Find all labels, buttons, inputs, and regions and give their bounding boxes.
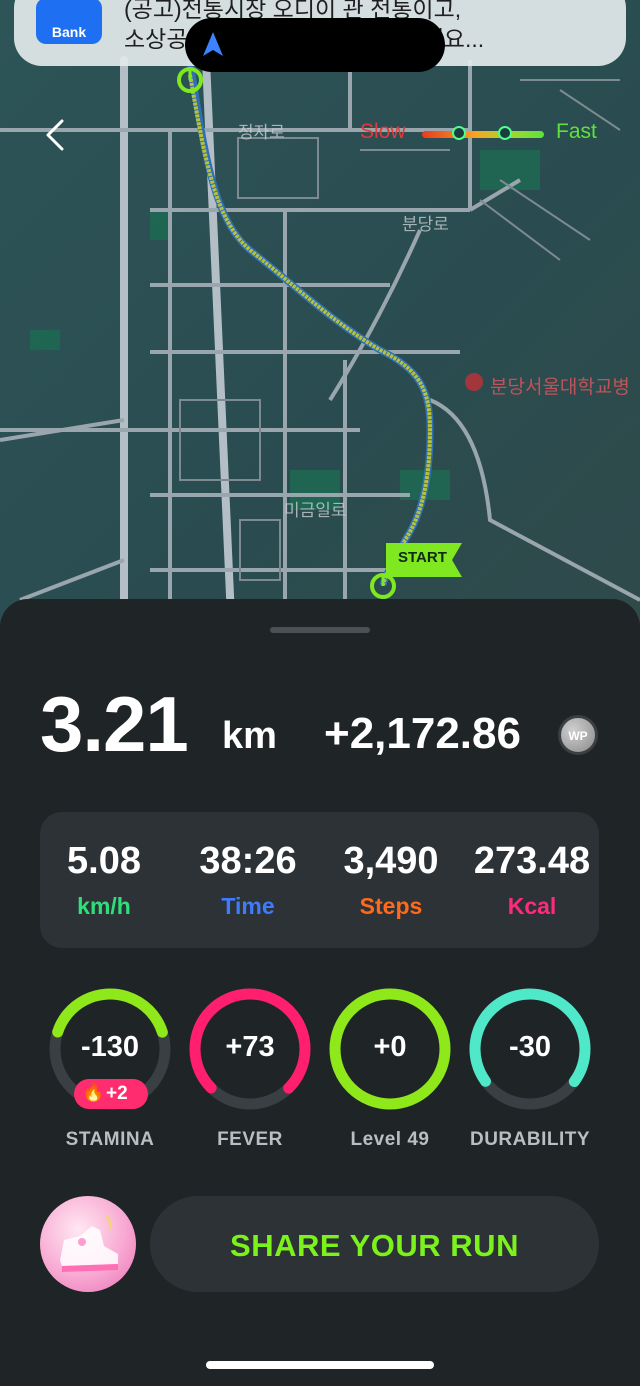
attribute-rings: -130 +73 +0 -30 STAMINA FEVER Level 49 D… [0, 987, 640, 1167]
stat-speed: 5.08 km/h [54, 840, 154, 920]
map-canvas [0, 0, 640, 640]
stamina-bonus-value: +2 [106, 1083, 128, 1104]
stats-card: 5.08 km/h 38:26 Time 3,490 Steps 273.48 … [40, 812, 599, 948]
stat-value: 5.08 [67, 840, 141, 882]
level-ring: +0 [328, 987, 452, 1111]
flame-icon: 🔥 [82, 1082, 105, 1102]
stat-value: 3,490 [343, 840, 439, 882]
sneaker-icon [60, 1214, 118, 1272]
wp-earned-value: +2,172.86 [324, 709, 521, 758]
speed-fast-label: Fast [556, 120, 597, 143]
stat-label: km/h [77, 893, 131, 919]
route-map[interactable]: 정자로 분당서울대학교병 분당로 미금일로 START Slow Fast [0, 0, 640, 640]
durability-label: DURABILITY [469, 1129, 591, 1150]
stat-value: 273.48 [473, 840, 591, 882]
fever-label: FEVER [217, 1129, 283, 1150]
map-label-jeongja-ro: 정자로 [238, 123, 285, 142]
speed-legend: Slow Fast [360, 120, 620, 150]
share-run-label: SHARE YOUR RUN [230, 1228, 519, 1263]
speed-knob-low [452, 126, 466, 140]
bank-app-name: Bank [51, 24, 87, 40]
stat-time: 38:26 Time [188, 840, 308, 920]
dynamic-island [185, 18, 445, 72]
back-button[interactable] [38, 115, 78, 155]
stat-kcal: 273.48 Kcal [466, 840, 598, 920]
run-summary-sheet: 3.21 km +2,172.86 WP 5.08 km/h 38:26 Tim… [0, 599, 640, 1386]
sneaker-avatar[interactable] [40, 1196, 136, 1292]
speed-gradient-bar [422, 131, 544, 138]
share-run-button[interactable]: SHARE YOUR RUN [150, 1196, 599, 1292]
stamina-label: STAMINA [65, 1129, 155, 1150]
map-label-hospital: 분당서울대학교병 [490, 377, 630, 398]
start-flag: START [386, 543, 462, 577]
wp-coin-icon: WP [558, 715, 598, 755]
stat-label: Kcal [507, 893, 557, 919]
ring-value: -30 [509, 1031, 551, 1063]
ring-value: +73 [225, 1031, 275, 1063]
ring-value: -130 [80, 1031, 140, 1063]
distance-unit: km [222, 715, 277, 757]
durability-ring: -30 [468, 987, 592, 1111]
stat-steps: 3,490 Steps [330, 840, 452, 920]
distance-value: 3.21 [40, 680, 189, 768]
stat-value: 38:26 [199, 840, 297, 882]
stamina-bonus-badge: 🔥 +2 [74, 1079, 148, 1109]
sheet-drag-handle[interactable] [270, 627, 370, 633]
ring-value: +0 [373, 1031, 407, 1063]
fever-ring: +73 [188, 987, 312, 1111]
level-label: Level 49 [350, 1129, 430, 1150]
bank-app-icon: Bank [36, 0, 102, 44]
speed-knob-high [498, 126, 512, 140]
stat-label: Time [221, 893, 275, 919]
speed-slow-label: Slow [360, 120, 406, 143]
map-label-migeum-ilro: 미금일로 [284, 501, 347, 520]
navigation-arrow-icon [203, 32, 223, 56]
home-indicator[interactable] [206, 1361, 434, 1369]
stat-label: Steps [359, 893, 423, 919]
chevron-left-icon [46, 119, 64, 151]
start-label: START [398, 549, 447, 566]
map-label-bundang-ro: 분당로 [402, 215, 449, 234]
wp-coin-text: WP [568, 729, 588, 743]
